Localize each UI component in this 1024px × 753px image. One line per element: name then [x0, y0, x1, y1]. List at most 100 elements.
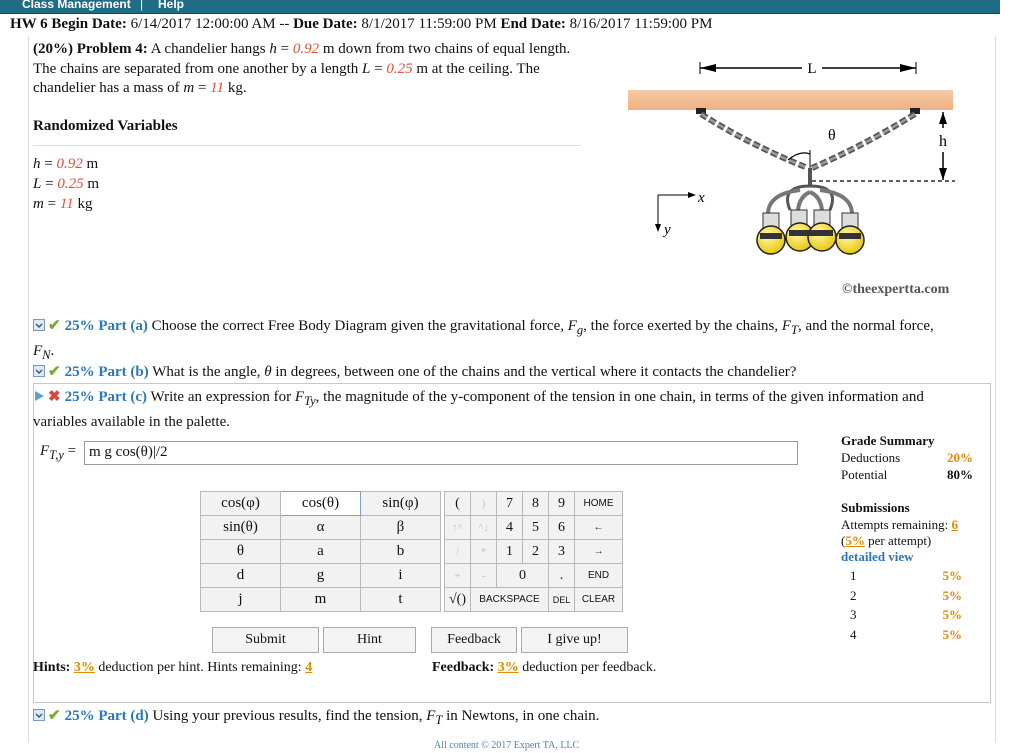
- answer-subscript: T,y: [49, 448, 64, 462]
- var-unit: m: [86, 156, 99, 172]
- key-4[interactable]: 4: [496, 515, 523, 540]
- subscript-key[interactable]: ^↓: [470, 515, 497, 540]
- expand-icon[interactable]: [33, 317, 45, 331]
- a-key[interactable]: a: [280, 539, 361, 564]
- home-key[interactable]: HOME: [574, 491, 623, 516]
- give-up-button[interactable]: I give up!: [521, 627, 628, 653]
- attempt-row: 2 5%: [850, 588, 962, 608]
- due-date-label: Due Date:: [293, 16, 358, 32]
- equals: =: [194, 80, 211, 96]
- clear-key[interactable]: CLEAR: [574, 587, 623, 612]
- equals: =: [276, 41, 293, 57]
- sin-phi-key[interactable]: sin(φ): [360, 491, 441, 516]
- part-d[interactable]: ✔ 25% Part (d) Using your previous result…: [33, 706, 953, 731]
- feedback-button[interactable]: Feedback: [431, 627, 517, 653]
- d-key[interactable]: d: [200, 563, 281, 588]
- end-date: 8/16/2017 11:59:00 PM: [569, 16, 713, 32]
- key-3[interactable]: 3: [548, 539, 575, 564]
- b-key[interactable]: b: [360, 539, 441, 564]
- sqrt-key[interactable]: √(): [444, 587, 471, 612]
- answer-input[interactable]: m g cos(θ)|/2: [84, 441, 798, 465]
- t-key[interactable]: t: [360, 587, 441, 612]
- part-a[interactable]: ✔ 25% Part (a) Choose the correct Free Bo…: [33, 316, 953, 366]
- m-key[interactable]: m: [280, 587, 361, 612]
- part-a-text: .: [50, 343, 55, 359]
- fn-subscript: N: [42, 348, 51, 362]
- math-palette: cos(φ) cos(θ) sin(φ) ( ) 7 8 9 HOME sin(…: [200, 491, 623, 612]
- key-9[interactable]: 9: [548, 491, 575, 516]
- cross-icon: ✖: [48, 389, 61, 405]
- key-2[interactable]: 2: [522, 539, 549, 564]
- part-d-text: Using your previous results, find the te…: [152, 708, 423, 724]
- L-label: L: [807, 61, 816, 77]
- var-value: 11: [59, 196, 74, 212]
- var-symbol: L: [33, 176, 42, 192]
- submissions-title: Submissions: [841, 500, 910, 515]
- attempts-remaining: 6: [951, 517, 958, 532]
- cos-theta-key[interactable]: cos(θ): [280, 491, 361, 516]
- j-key[interactable]: j: [200, 587, 281, 612]
- g-key[interactable]: g: [280, 563, 361, 588]
- nav-separator: |: [140, 0, 144, 11]
- backspace-key[interactable]: BACKSPACE: [470, 587, 549, 612]
- beta-key[interactable]: β: [360, 515, 441, 540]
- i-key[interactable]: i: [360, 563, 441, 588]
- part-c-title[interactable]: 25% Part (c): [65, 389, 147, 405]
- per-attempt-pct[interactable]: 5%: [845, 533, 865, 548]
- end-key[interactable]: END: [574, 563, 623, 588]
- key-6[interactable]: 6: [548, 515, 575, 540]
- part-b-title[interactable]: 25% Part (b): [65, 364, 149, 380]
- key-8[interactable]: 8: [522, 491, 549, 516]
- cos-phi-key[interactable]: cos(φ): [200, 491, 281, 516]
- key-0[interactable]: 0: [496, 563, 549, 588]
- per-attempt-text: per attempt): [868, 533, 932, 548]
- hint-button[interactable]: Hint: [323, 627, 416, 653]
- var-value: 0.92: [56, 156, 83, 172]
- equals: =: [370, 60, 387, 77]
- close-paren-key[interactable]: ): [470, 491, 497, 516]
- attempt-row: 3 5%: [850, 607, 962, 627]
- decimal-key[interactable]: .: [548, 563, 575, 588]
- right-arrow-key[interactable]: →: [574, 539, 623, 564]
- alpha-key[interactable]: α: [280, 515, 361, 540]
- delete-key[interactable]: DEL: [548, 587, 575, 612]
- m-value: 11: [210, 80, 225, 96]
- var-symbol: m: [33, 196, 44, 212]
- attempt-pct: 5%: [942, 568, 963, 583]
- feedback-deduction[interactable]: 3%: [498, 660, 519, 675]
- divide-key[interactable]: /: [444, 539, 471, 564]
- minus-key[interactable]: -: [470, 563, 497, 588]
- problem-label: Problem 4:: [76, 41, 148, 57]
- key-1[interactable]: 1: [496, 539, 523, 564]
- expand-icon[interactable]: [33, 707, 45, 721]
- ft-subscript: T: [791, 323, 798, 337]
- problem-text: A chandelier hangs: [150, 41, 266, 57]
- left-arrow-key[interactable]: ←: [574, 515, 623, 540]
- key-7[interactable]: 7: [496, 491, 523, 516]
- multiply-key[interactable]: *: [470, 539, 497, 564]
- problem-weight: (20%): [33, 41, 73, 57]
- potential-label: Potential: [841, 467, 888, 482]
- submit-button[interactable]: Submit: [212, 627, 319, 653]
- sin-theta-key[interactable]: sin(θ): [200, 515, 281, 540]
- help-link[interactable]: Help: [158, 0, 184, 11]
- plus-key[interactable]: +: [444, 563, 471, 588]
- hints-text: deduction per hint. Hints remaining:: [98, 660, 302, 675]
- superscript-key[interactable]: ↑^: [444, 515, 471, 540]
- attempt-row: 1 5%: [850, 568, 962, 588]
- expand-icon[interactable]: [33, 363, 45, 377]
- hint-deduction[interactable]: 3%: [74, 660, 95, 675]
- part-a-title[interactable]: 25% Part (a): [65, 318, 148, 334]
- part-d-title[interactable]: 25% Part (d): [65, 708, 149, 724]
- feedback-info: Feedback: 3% deduction per feedback.: [432, 660, 656, 676]
- detailed-view-link[interactable]: detailed view: [841, 549, 914, 564]
- play-icon[interactable]: [33, 388, 45, 401]
- theta-key[interactable]: θ: [200, 539, 281, 564]
- part-c[interactable]: ✖ 25% Part (c) Write an expression for FT…: [33, 387, 953, 433]
- class-management-link[interactable]: Class Management: [22, 0, 131, 11]
- key-5[interactable]: 5: [522, 515, 549, 540]
- check-icon: ✔: [48, 318, 61, 334]
- open-paren-key[interactable]: (: [444, 491, 471, 516]
- part-b[interactable]: ✔ 25% Part (b) What is the angle, θ in de…: [33, 362, 953, 383]
- length-dimension: L: [699, 61, 917, 77]
